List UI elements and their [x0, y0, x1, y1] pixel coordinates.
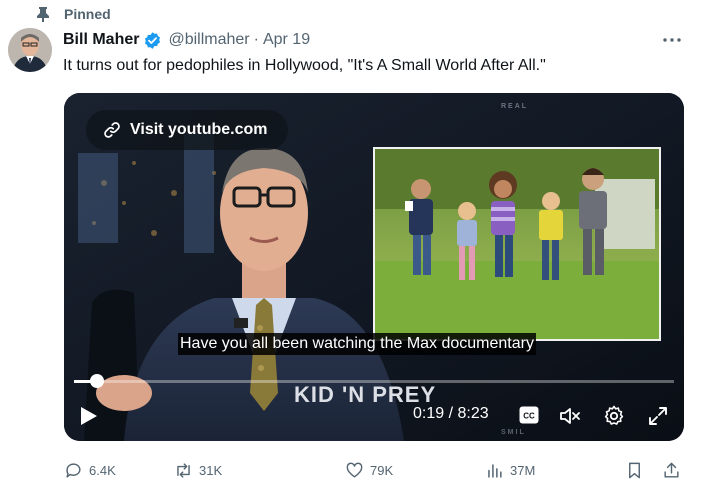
repost-button[interactable]: 31K: [174, 457, 222, 483]
fullscreen-icon[interactable]: [646, 404, 670, 428]
captions-icon[interactable]: CC: [519, 406, 539, 424]
progress-bar[interactable]: [74, 374, 674, 388]
video-player[interactable]: REAL Visit youtube.com Have you all been…: [64, 93, 684, 441]
views-button[interactable]: 37M: [485, 457, 535, 483]
tweet-text: It turns out for pedophiles in Hollywood…: [63, 57, 546, 74]
inset-photo: [373, 147, 661, 341]
bookmark-icon: [629, 462, 640, 478]
video-time: 0:19 / 8:23: [413, 405, 489, 422]
video-caption: Have you all been watching the Max docum…: [178, 333, 536, 355]
like-button[interactable]: 79K: [345, 457, 393, 483]
repost-icon: [177, 462, 190, 478]
visit-link-label: Visit youtube.com: [130, 121, 268, 138]
reply-count: 6.4K: [89, 462, 116, 478]
progress-knob[interactable]: [89, 374, 104, 388]
tweet-date[interactable]: Apr 19: [263, 31, 310, 49]
link-icon: [102, 120, 122, 140]
overlay-mark-top: REAL: [501, 103, 529, 110]
pin-icon: [36, 6, 50, 22]
bookmark-button[interactable]: [625, 457, 644, 483]
views-icon: [488, 463, 502, 478]
author-name[interactable]: Bill Maher: [63, 31, 139, 49]
views-count: 37M: [510, 462, 536, 478]
heart-icon: [346, 462, 363, 478]
repost-count: 31K: [199, 462, 223, 478]
cc-label: CC: [523, 412, 535, 421]
share-icon: [664, 462, 679, 478]
play-icon[interactable]: [78, 405, 100, 427]
reply-icon: [66, 462, 81, 478]
pinned-indicator: Pinned: [36, 4, 111, 24]
author-handle[interactable]: @billmaher: [168, 31, 249, 49]
pinned-label: Pinned: [64, 6, 111, 22]
action-bar: 6.4K 31K 79K 37M: [64, 457, 684, 483]
more-icon[interactable]: [660, 28, 684, 52]
share-button[interactable]: [662, 457, 681, 483]
video-controls: 0:19 / 8:23 CC: [64, 397, 684, 433]
verified-badge-icon[interactable]: [143, 31, 162, 50]
tweet-header: Bill Maher @billmaher · Apr 19: [63, 28, 310, 52]
like-count: 79K: [370, 462, 394, 478]
gear-icon[interactable]: [602, 404, 626, 428]
mute-icon[interactable]: [558, 404, 582, 428]
visit-link-button[interactable]: Visit youtube.com: [86, 110, 288, 150]
reply-button[interactable]: 6.4K: [64, 457, 116, 483]
header-separator: ·: [253, 31, 259, 48]
avatar[interactable]: [8, 28, 52, 72]
